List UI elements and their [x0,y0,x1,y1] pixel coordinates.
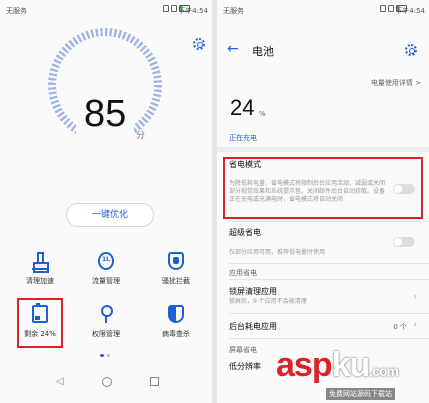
one-click-optimize-button[interactable]: 一键优化 [66,203,154,227]
score-unit: 分 [136,131,146,141]
sim-icon [388,5,394,12]
chevron-right-icon: › [413,320,417,330]
tile-virus-scan[interactable]: 病毒查杀 [146,305,206,355]
chevron-right-icon: › [413,292,417,302]
tile-harassment-block[interactable]: 骚扰拦截 [146,252,206,302]
tile-label: 权限管理 [92,330,120,338]
status-time: 下午4:54 [395,7,425,15]
tile-label: 病毒查杀 [162,330,190,338]
divider [229,221,429,222]
ultra-saving-desc: 仅部分应用可用，推荐低电量时使用 [229,249,326,256]
ultra-saving-toggle[interactable] [393,237,415,247]
score-value: 85 [84,93,127,135]
page-dot-active [100,354,104,357]
section-separator [217,147,429,152]
section-app-saving: 应用省电 [229,269,257,277]
watermark-subtitle: 免费网站源码下载站 [326,388,395,400]
watermark-logo: aspku.com [276,346,399,384]
lock-clean-title: 锁屏清理应用 [229,287,277,296]
traffic-icon: 1L [98,252,114,270]
site-watermark: aspku.com 免费网站源码下载站 [276,340,429,403]
nav-home-icon[interactable] [102,377,112,390]
phone-manager-screen: 无服务 下午4:54 85 分 一键优化 清理加速 1L 流量管理 骚扰拦截 剩… [0,0,212,403]
block-shield-icon [168,252,184,270]
settings-gear-icon[interactable] [193,38,205,50]
highlight-box-power-saving [223,157,423,219]
tile-clean-speedup[interactable]: 清理加速 [10,252,70,302]
status-bar: 无服务 下午4:54 [217,0,429,18]
back-arrow-icon[interactable]: ← [227,42,239,56]
tile-permission-management[interactable]: 权限管理 [76,305,136,355]
broom-icon [32,252,49,273]
carrier-text: 无服务 [6,7,27,15]
divider [229,338,429,339]
divider [229,313,429,314]
charging-status: 正在充电 [229,134,257,142]
settings-gear-icon[interactable] [405,44,417,56]
tile-label: 骚扰拦截 [162,277,190,285]
nav-back-icon[interactable]: ◁ [56,377,64,387]
highlight-box-battery [17,298,63,348]
status-time: 下午4:54 [178,7,208,15]
lock-clean-desc: 锁屏后，9 个应用不会被清理 [229,298,307,305]
sim-icon [171,5,177,12]
usage-details-link[interactable]: 电量使用详情 > [371,78,421,88]
page-title: 电池 [252,45,274,58]
background-drain-title: 后台耗电应用 [229,322,277,331]
divider [229,279,429,280]
vibrate-icon [380,5,386,12]
page-dot [107,354,110,357]
battery-percent-unit: % [259,110,266,118]
low-resolution-row[interactable]: 低分辨率 [229,361,261,372]
battery-percent-value: 24 [230,95,255,120]
ultra-saving-title: 超级省电 [229,228,261,237]
nav-recent-icon[interactable] [150,377,159,389]
background-drain-count: 0 个 [393,323,407,331]
virus-shield-icon [168,305,184,323]
page-indicator [100,354,110,357]
section-screen-saving: 屏幕省电 [229,346,257,354]
navigation-bar: ◁ [0,372,212,392]
divider [229,263,429,264]
carrier-text: 无服务 [223,7,244,15]
tile-label: 清理加速 [26,277,54,285]
tile-traffic-management[interactable]: 1L 流量管理 [76,252,136,302]
status-bar: 无服务 下午4:54 [0,0,212,18]
tile-label: 流量管理 [92,277,120,285]
top-bar: ← 电池 [217,42,429,62]
key-icon [98,305,114,323]
vibrate-icon [163,5,169,12]
